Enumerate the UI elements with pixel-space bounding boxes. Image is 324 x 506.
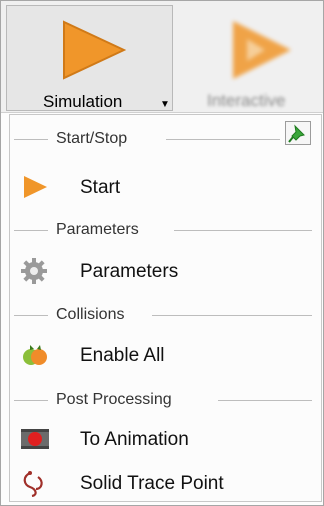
collision-icon — [23, 345, 47, 365]
divider — [166, 139, 280, 140]
simulation-dropdown-window: Simulation ▼ Interactive Start/Stop Star… — [0, 0, 324, 506]
section-title: Parameters — [56, 221, 139, 238]
simulation-label: Simulation — [43, 92, 123, 111]
interactive-button[interactable]: Interactive — [185, 5, 324, 111]
section-title: Collisions — [56, 306, 125, 323]
divider — [174, 230, 312, 231]
animation-icon — [21, 429, 49, 449]
chevron-down-icon[interactable]: ▼ — [160, 100, 170, 110]
menu-item-label: Enable All — [80, 345, 165, 366]
menu-item-label: To Animation — [80, 429, 189, 450]
menu-item-label: Start — [80, 177, 121, 198]
menu-item-label: Solid Trace Point — [80, 473, 224, 494]
divider — [14, 315, 48, 316]
divider — [14, 139, 48, 140]
divider — [218, 400, 312, 401]
menu-item-start[interactable]: Start — [14, 169, 314, 205]
simulation-menu: Start/Stop Start Parameters Parameters C… — [9, 114, 322, 502]
interactive-play-icon — [233, 21, 291, 79]
menu-item-solid-trace-point[interactable]: Solid Trace Point — [14, 465, 314, 501]
simulation-button[interactable]: Simulation ▼ — [6, 5, 173, 111]
menu-item-to-animation[interactable]: To Animation — [14, 421, 314, 457]
section-post-processing: Post Processing — [10, 389, 321, 411]
pin-icon — [288, 124, 305, 143]
menu-item-label: Parameters — [80, 261, 179, 282]
trace-icon — [23, 471, 43, 497]
divider — [152, 315, 312, 316]
interactive-label: Interactive — [207, 91, 286, 110]
pin-button[interactable] — [285, 121, 311, 145]
play-icon — [63, 20, 126, 80]
gear-icon — [21, 258, 47, 284]
section-title: Start/Stop — [56, 130, 128, 147]
section-collisions: Collisions — [10, 304, 321, 326]
play-icon — [24, 176, 47, 198]
divider — [14, 230, 48, 231]
section-start-stop: Start/Stop — [10, 128, 321, 150]
ribbon-bar: Simulation ▼ Interactive — [1, 1, 323, 113]
menu-item-enable-all[interactable]: Enable All — [14, 337, 314, 373]
section-parameters: Parameters — [10, 219, 321, 241]
section-title: Post Processing — [56, 391, 172, 408]
divider — [14, 400, 48, 401]
menu-item-parameters[interactable]: Parameters — [14, 253, 314, 289]
